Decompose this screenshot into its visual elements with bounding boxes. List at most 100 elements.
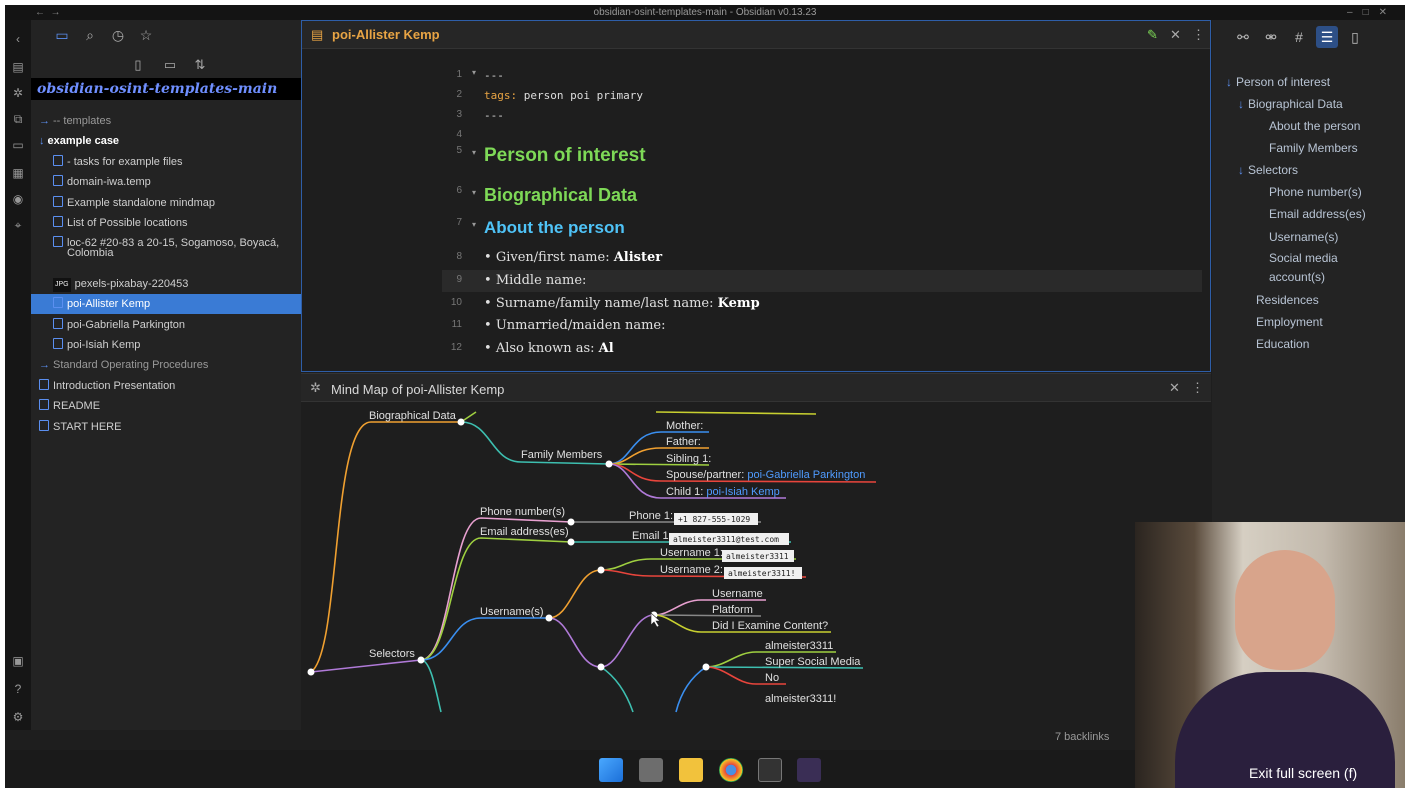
file-tree-item[interactable]: List of Possible locations [31,213,301,233]
editor-line[interactable]: 4 [442,125,1202,147]
mm-node-family[interactable]: Family Members [521,449,603,461]
outline-heading[interactable]: Employment [1256,315,1323,330]
graph-view-icon[interactable]: ✲ [11,86,25,100]
outline-list-icon[interactable]: ☰ [1316,26,1338,48]
file-tree-item[interactable]: domain-iwa.temp [31,172,301,192]
obsidian-icon[interactable] [797,758,821,782]
file-explorer-icon[interactable] [679,758,703,782]
new-folder-icon[interactable]: ▭ [161,56,179,74]
mm-row-user2[interactable]: almeister3311! [765,693,836,705]
mindmap-more-icon[interactable]: ⋮ [1191,380,1204,396]
chevron-down-icon[interactable]: ↓ [1226,75,1232,89]
nav-arrows-icon[interactable]: ← → [35,5,61,20]
globe-icon[interactable]: ◉ [11,192,25,206]
fold-arrow-icon[interactable]: ▾ [472,188,476,197]
chevron-down-icon[interactable]: ↓ [1238,97,1244,111]
outline-heading[interactable]: Education [1256,337,1309,352]
outline-heading[interactable]: Phone number(s) [1269,185,1362,200]
editor-line[interactable]: 12 • Also known as: Al [442,338,1202,358]
editor-line[interactable]: 9 • Middle name: [442,270,1202,292]
help-icon[interactable]: ? [11,682,25,696]
window-controls-icon[interactable]: –□✕ [1347,5,1397,20]
windows-start-icon[interactable] [599,758,623,782]
mm-node-selectors[interactable]: Selectors [369,648,415,660]
editor-line[interactable]: 10 • Surname/family name/last name: Kemp [442,293,1202,315]
new-note-icon[interactable]: ▯ [129,56,147,74]
fold-arrow-icon[interactable]: ▾ [472,68,476,77]
search-icon[interactable]: ⌕ [81,26,99,44]
mm-col-username[interactable]: Username [712,588,763,600]
file-tree-item[interactable]: START HERE [31,417,301,437]
mm-node-emails[interactable]: Email address(es) [480,526,569,538]
outline-heading[interactable]: Email address(es) [1269,207,1366,222]
mm-node-phone1[interactable]: Phone 1: [629,510,673,522]
outline-heading[interactable]: Social media [1269,251,1338,266]
editor-line[interactable]: 5 ▾ Person of interest [442,145,1202,175]
recent-clock-icon[interactable]: ◷ [109,26,127,44]
file-tree-item[interactable]: → -- templates [31,111,301,131]
mm-node-child[interactable]: Child 1: poi-Isiah Kemp [666,486,780,498]
outline-heading[interactable]: ↓ Person of interest [1226,75,1330,90]
mm-node-phones[interactable]: Phone number(s) [480,506,565,518]
file-tree-item[interactable]: poi-Allister Kemp [31,294,301,315]
task-view-icon[interactable] [639,758,663,782]
file-icon[interactable]: ▯ [1344,26,1366,48]
file-tree-item[interactable]: Example standalone mindmap [31,193,301,213]
mindmap-tab-title[interactable]: Mind Map of poi-Allister Kemp [331,382,504,397]
outline-heading[interactable]: Username(s) [1269,230,1338,245]
mm-row-examined[interactable]: No [765,672,779,684]
editor-line[interactable]: 3 --- [442,105,1202,127]
outline-heading[interactable]: About the person [1269,119,1360,134]
mm-node-sibling[interactable]: Sibling 1: [666,453,711,465]
terminal-icon[interactable] [758,758,782,782]
chevron-down-icon[interactable]: ↓ [1238,163,1244,177]
backlinks-icon[interactable]: ⚯ [1232,26,1254,48]
chrome-icon[interactable] [719,758,743,782]
sort-icon[interactable]: ⇅ [191,56,209,74]
tags-hash-icon[interactable]: # [1288,26,1310,48]
file-tree-item[interactable]: ↓ example case [31,131,301,151]
editor-line[interactable]: 8 • Given/first name: Alister [442,247,1202,269]
file-tree-item[interactable]: poi-Isiah Kemp [31,335,301,355]
mm-node-email1[interactable]: Email 1: [632,530,672,542]
mm-node-usernames[interactable]: Username(s) [480,606,544,618]
mm-node-biographical[interactable]: Biographical Data [369,410,457,422]
editor-line[interactable]: 6 ▾ Biographical Data [442,185,1202,215]
star-icon[interactable]: ☆ [137,26,155,44]
outgoing-links-icon[interactable]: ⚮ [1260,26,1282,48]
mm-node-user1[interactable]: Username 1: [660,547,723,559]
outline-heading[interactable]: Family Members [1269,141,1358,156]
file-tree-item[interactable]: → Standard Operating Procedures [31,355,301,375]
map-icon[interactable]: ⌖ [11,218,25,232]
editor-line[interactable]: 11 • Unmarried/maiden name: [442,315,1202,337]
file-tree-item[interactable]: - tasks for example files [31,152,301,172]
mm-node-mother[interactable]: Mother: [666,420,703,432]
editor-line[interactable]: 2 tags: person poi primary [442,85,1202,107]
editor-line[interactable]: 7 ▾ About the person [442,217,1202,239]
mindmap-canvas[interactable]: Biographical Data Family Members Mother:… [301,402,1211,731]
file-tree-item[interactable]: poi-Gabriella Parkington [31,315,301,335]
settings-gear-icon[interactable]: ⚙ [11,710,25,724]
mm-row-user[interactable]: almeister3311 [765,640,833,652]
vault-switch-icon[interactable]: ▣ [11,654,25,668]
templates-icon[interactable]: ⧉ [11,112,25,126]
fold-arrow-icon[interactable]: ▾ [472,148,476,157]
mm-col-examine[interactable]: Did I Examine Content? [712,620,828,632]
mm-col-platform[interactable]: Platform [712,604,753,616]
file-tree-item[interactable]: Introduction Presentation [31,376,301,396]
outline-heading[interactable]: ↓ Biographical Data [1238,97,1343,112]
vault-name[interactable]: obsidian-osint-templates-main [31,78,301,100]
editor-line[interactable]: 1 ▾ --- [442,65,1202,87]
fold-arrow-icon[interactable]: ▾ [472,220,476,229]
outline-heading[interactable]: ↓ Selectors [1238,163,1298,178]
file-tree-item[interactable]: README [31,396,301,416]
file-tree-item[interactable]: JPG pexels-pixabay-220453 [31,274,301,294]
mm-node-spouse[interactable]: Spouse/partner: poi-Gabriella Parkington [666,469,865,481]
mm-node-father[interactable]: Father: [666,436,701,448]
mindmap-close-icon[interactable]: ✕ [1169,380,1180,396]
mm-node-user2[interactable]: Username 2: [660,564,723,576]
open-note-icon[interactable]: ▤ [11,60,25,74]
slides-icon[interactable]: ▭ [11,138,25,152]
table-icon[interactable]: ▦ [11,166,25,180]
editor-content[interactable]: 1 ▾ --- 2 tags: person poi primary 3 --- 4 5 ▾ Per… [302,21,1210,358]
